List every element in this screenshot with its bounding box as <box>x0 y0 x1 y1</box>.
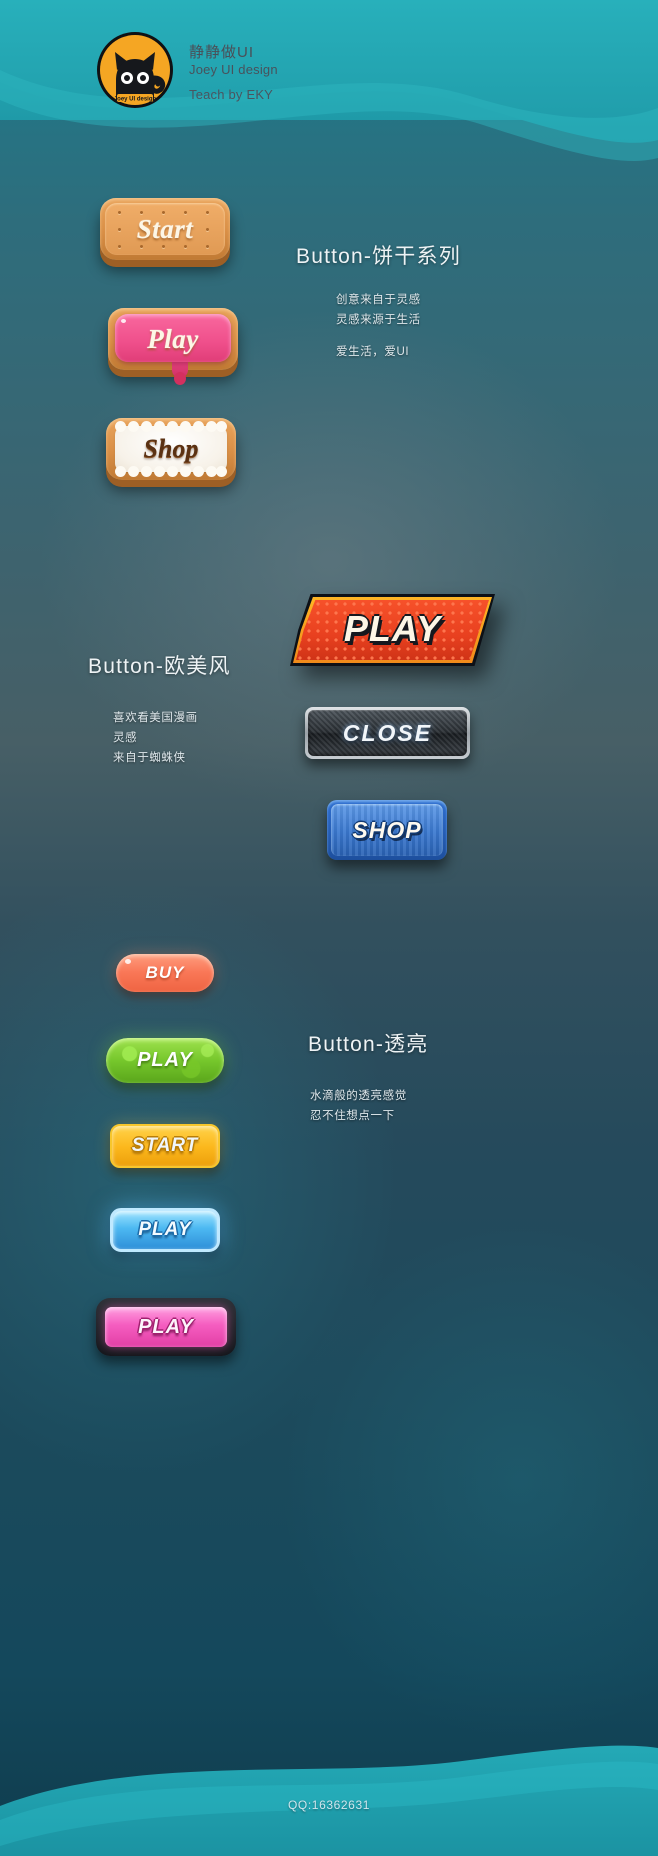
logo-badge-text: Joey UI design <box>114 97 157 103</box>
background <box>0 0 658 1856</box>
scallop-bottom <box>115 463 227 477</box>
glossy-play-green-label: PLAY <box>137 1049 193 1071</box>
cookie-play-label: Play <box>147 323 199 354</box>
section-caption-cookie: 创意来自于灵感 灵感来源于生活 爱生活，爱UI <box>336 290 421 362</box>
glossy-start-button[interactable]: START <box>110 1124 220 1168</box>
glossy-buy-label: BUY <box>145 963 185 982</box>
glossy-play-blue-button[interactable]: PLAY <box>110 1208 220 1252</box>
cookie-play-button[interactable]: Play <box>108 308 238 385</box>
glossy-play-pink-button[interactable]: PLAY <box>96 1298 236 1356</box>
section-caption-comic: 喜欢看美国漫画 灵感 来自于蜘蛛侠 <box>113 708 198 768</box>
glossy-play-blue-label: PLAY <box>138 1219 192 1240</box>
section-caption-glossy: 水滴般的透亮感觉 忍不住想点一下 <box>310 1086 407 1126</box>
caption-line: 水滴般的透亮感觉 <box>310 1090 407 1102</box>
brand-block: 静静做UI Joey UI design Teach by EKY <box>189 30 278 102</box>
caption-line: 来自于蜘蛛侠 <box>113 752 186 764</box>
caption-line: 创意来自于灵感 <box>336 294 421 306</box>
glossy-start-label: START <box>131 1135 199 1156</box>
comic-close-label: CLOSE <box>342 719 433 746</box>
comic-play-label: PLAY <box>343 608 442 649</box>
cat-logo-icon[interactable]: Joey UI design <box>95 30 175 110</box>
comic-shop-label: SHOP <box>352 816 422 843</box>
glossy-play-green-button[interactable]: PLAY <box>106 1038 224 1083</box>
caption-line: 灵感来源于生活 <box>336 314 421 326</box>
brand-title-en: Joey UI design <box>189 62 278 77</box>
caption-line: 喜欢看美国漫画 <box>113 712 198 724</box>
scallop-top <box>115 421 227 435</box>
gloss-highlight <box>125 959 131 964</box>
footer-contact: QQ:16362631 <box>288 1798 370 1812</box>
comic-close-button[interactable]: CLOSE <box>305 707 470 759</box>
highlight-glint <box>121 319 126 323</box>
cookie-start-button[interactable]: Start <box>100 198 230 260</box>
comic-play-button[interactable]: PLAY <box>290 594 495 666</box>
comic-shop-button[interactable]: SHOP <box>327 800 447 860</box>
site-header: Joey UI design 静静做UI Joey UI design Teac… <box>95 30 278 110</box>
glossy-buy-button[interactable]: BUY <box>116 954 214 992</box>
brand-teach: Teach by EKY <box>189 87 274 102</box>
brand-title-cn: 静静做UI <box>189 44 255 61</box>
cookie-shop-button[interactable]: Shop <box>106 418 236 480</box>
caption-line: 忍不住想点一下 <box>310 1110 395 1122</box>
caption-line: 灵感 <box>113 732 138 744</box>
section-title-glossy: Button-透亮 <box>308 1033 429 1056</box>
section-title-comic: Button-欧美风 <box>88 655 231 678</box>
cookie-shop-label: Shop <box>143 434 199 463</box>
cookie-start-label: Start <box>136 213 194 244</box>
caption-line: 爱生活，爱UI <box>336 346 410 358</box>
section-title-cookie: Button-饼干系列 <box>296 245 461 268</box>
glossy-play-pink-label: PLAY <box>138 1315 194 1338</box>
